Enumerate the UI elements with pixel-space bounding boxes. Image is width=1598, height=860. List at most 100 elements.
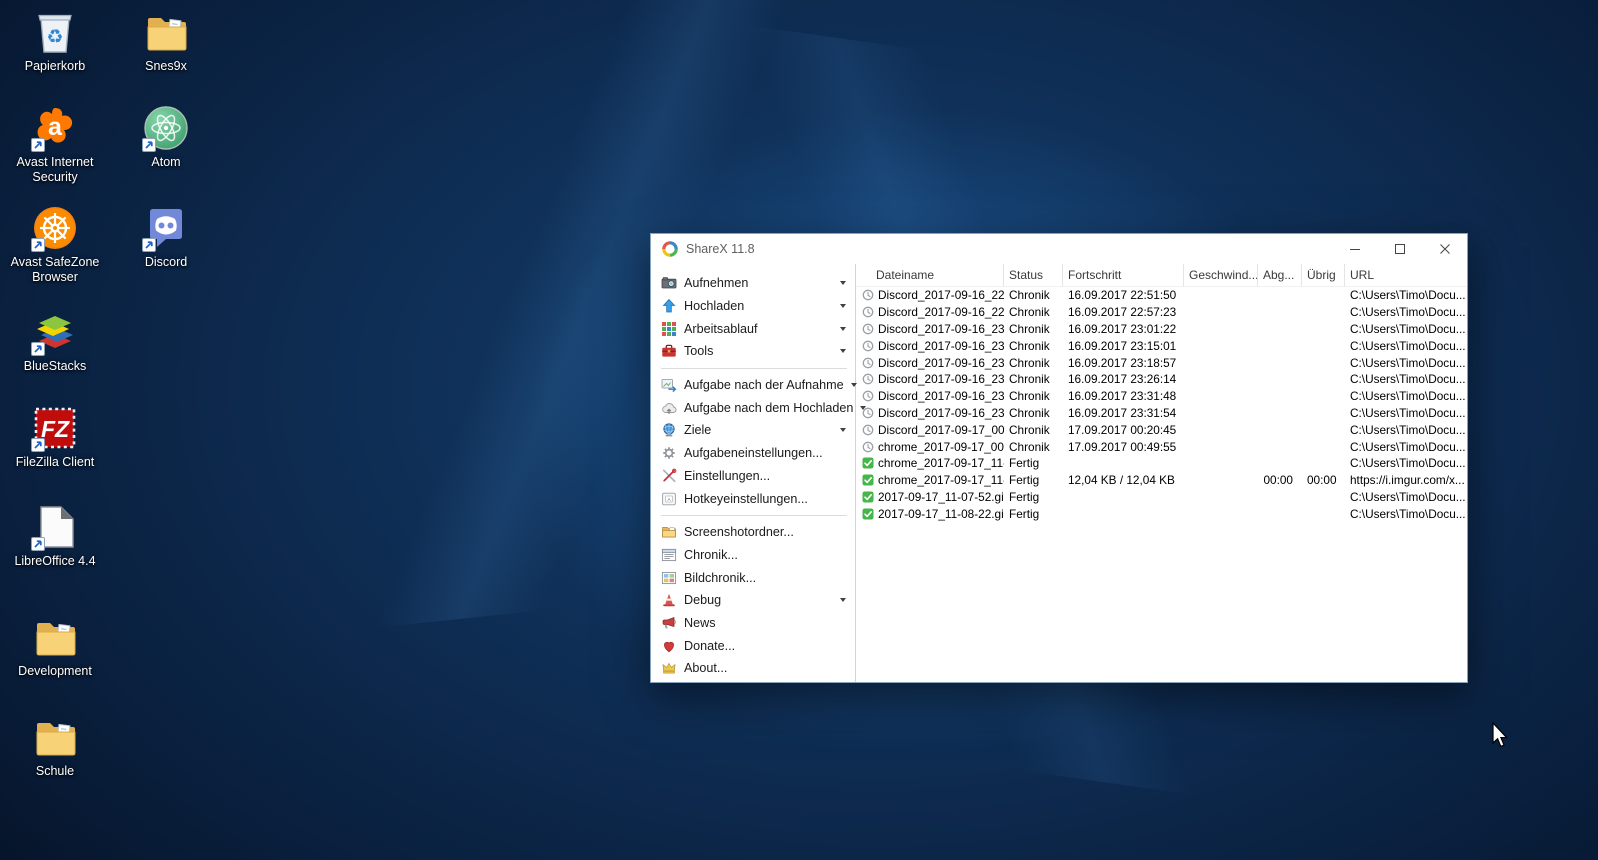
svg-text:a: a bbox=[48, 113, 63, 141]
maximize-button[interactable] bbox=[1377, 234, 1422, 264]
menu-item-hochladen[interactable]: Hochladen bbox=[651, 295, 855, 318]
desktop[interactable]: ♻ Papierkorb Snes9x a Avast Internet Securit… bbox=[0, 0, 1598, 860]
menu-separator bbox=[661, 514, 847, 516]
cell-status: Chronik bbox=[1009, 305, 1050, 320]
task-row[interactable]: Discord_2017-09-16_23-... Chronik 16.09.20… bbox=[856, 388, 1467, 405]
cell-filename: Discord_2017-09-16_22-... bbox=[856, 288, 1004, 302]
menu-item-aufgabe-nach-der-aufnahme[interactable]: Aufgabe nach der Aufnahme bbox=[651, 374, 857, 397]
column-header-übrig[interactable]: Übrig bbox=[1302, 264, 1345, 286]
shortcut-arrow-icon bbox=[142, 238, 156, 252]
menu-item-chronik[interactable]: Chronik... bbox=[651, 544, 855, 567]
news-icon bbox=[661, 615, 677, 631]
cell-progress: 17.09.2017 00:20:45 bbox=[1068, 422, 1177, 437]
desktop-icon-libreoffice-4-4[interactable]: LibreOffice 4.4 bbox=[9, 503, 101, 569]
menu-item-donate[interactable]: Donate... bbox=[651, 634, 855, 657]
menu-item-label: Aufgabeneinstellungen... bbox=[684, 446, 823, 461]
desktop-icon-development[interactable]: Development bbox=[9, 613, 101, 679]
titlebar[interactable]: ShareX 11.8 bbox=[651, 234, 1467, 264]
minimize-button[interactable] bbox=[1332, 234, 1377, 264]
desktop-icon-label: Atom bbox=[151, 155, 181, 169]
menu-item-hotkeyeinstellungen[interactable]: A Hotkeyeinstellungen... bbox=[651, 487, 855, 510]
menu-item-about[interactable]: About... bbox=[651, 657, 855, 680]
history-icon bbox=[862, 424, 874, 436]
menu-item-label: Arbeitsablauf bbox=[684, 321, 758, 336]
menu-item-news[interactable]: News bbox=[651, 612, 855, 635]
cell-status: Chronik bbox=[1009, 355, 1050, 370]
svg-text:FZ: FZ bbox=[41, 416, 70, 442]
menu-item-ziele[interactable]: Ziele bbox=[651, 419, 855, 442]
cell-filename: Discord_2017-09-16_23-... bbox=[856, 406, 1004, 420]
task-row[interactable]: Discord_2017-09-16_23-... Chronik 16.09.20… bbox=[856, 321, 1467, 338]
task-row[interactable]: Discord_2017-09-17_00-... Chronik 17.09.20… bbox=[856, 421, 1467, 438]
history-icon bbox=[862, 390, 874, 402]
menu-item-label: News bbox=[684, 615, 716, 630]
check-icon bbox=[862, 491, 874, 503]
desktop-icon-label: Schule bbox=[35, 764, 75, 778]
dropdown-arrow-icon bbox=[840, 281, 846, 286]
menu-item-aufgabeneinstellungen[interactable]: Aufgabeneinstellungen... bbox=[651, 442, 855, 465]
desktop-icon-bluestacks[interactable]: BlueStacks bbox=[9, 308, 101, 374]
task-row[interactable]: chrome_2017-09-17_11-... Fertig 12,04 KB /… bbox=[856, 472, 1467, 489]
task-row[interactable]: chrome_2017-09-17_00-... Chronik 17.09.201… bbox=[856, 438, 1467, 455]
close-button[interactable] bbox=[1422, 234, 1467, 264]
history-icon bbox=[862, 323, 874, 335]
desktop-icon-label: Development bbox=[18, 664, 92, 678]
task-list: Dateiname Status Fortschritt Geschwind... Ab… bbox=[856, 264, 1467, 682]
cell-url: C:\Users\Timo\Docu... bbox=[1350, 338, 1466, 353]
task-row[interactable]: Discord_2017-09-16_23-... Chronik 16.09.20… bbox=[856, 354, 1467, 371]
task-row[interactable]: chrome_2017-09-17_11-... Fertig C:\Users\T… bbox=[856, 455, 1467, 472]
task-row[interactable]: Discord_2017-09-16_22-... Chronik 16.09.20… bbox=[856, 287, 1467, 304]
folder-icon bbox=[142, 8, 190, 56]
safezone-icon bbox=[31, 204, 79, 252]
desktop-icon-discord[interactable]: Discord bbox=[120, 204, 212, 270]
shortcut-arrow-icon bbox=[142, 138, 156, 152]
toolbox-icon bbox=[661, 343, 677, 359]
desktop-icon-label: Discord bbox=[144, 255, 188, 269]
task-row[interactable]: Discord_2017-09-16_23-... Chronik 16.09.20… bbox=[856, 371, 1467, 388]
task-row[interactable]: 2017-09-17_11-07-52.gif Fertig C:\Users\Ti… bbox=[856, 489, 1467, 506]
column-header-dateiname[interactable]: Dateiname bbox=[856, 264, 1004, 286]
menu-item-label: Debug bbox=[684, 593, 722, 608]
column-header-fortschritt[interactable]: Fortschritt bbox=[1063, 264, 1184, 286]
task-row[interactable]: 2017-09-17_11-08-22.gif Fertig C:\Users\Ti… bbox=[856, 505, 1467, 522]
menu-item-label: Bildchronik... bbox=[684, 570, 757, 585]
cell-url: C:\Users\Timo\Docu... bbox=[1350, 422, 1466, 437]
desktop-icon-avast-safezone-browser[interactable]: Avast SafeZone Browser bbox=[9, 204, 101, 285]
menu-item-debug[interactable]: Debug bbox=[651, 589, 855, 612]
maximize-icon bbox=[1394, 244, 1405, 254]
menu-item-bildchronik[interactable]: Bildchronik... bbox=[651, 566, 855, 589]
column-header-geschwind[interactable]: Geschwind... bbox=[1184, 264, 1258, 286]
desktop-icon-label: Avast SafeZone Browser bbox=[10, 255, 100, 284]
filename-text: 2017-09-17_11-08-22.gif bbox=[878, 506, 1004, 521]
menu-item-einstellungen[interactable]: Einstellungen... bbox=[651, 465, 855, 488]
workflow-icon bbox=[661, 321, 677, 337]
desktop-icon-snes9x[interactable]: Snes9x bbox=[120, 8, 212, 74]
task-row[interactable]: Discord_2017-09-16_22-... Chronik 16.09.20… bbox=[856, 304, 1467, 321]
history-icon bbox=[862, 441, 874, 453]
menu-item-arbeitsablauf[interactable]: Arbeitsablauf bbox=[651, 317, 855, 340]
menu-item-aufgabe-nach-dem-hochladen[interactable]: Aufgabe nach dem Hochladen bbox=[651, 396, 867, 419]
desktop-icon-avast-internet-security[interactable]: a Avast Internet Security bbox=[9, 104, 101, 185]
menu-item-aufnehmen[interactable]: Aufnehmen bbox=[651, 272, 855, 295]
menu-item-screenshotordner[interactable]: Screenshotordner... bbox=[651, 521, 855, 544]
column-header-abg[interactable]: Abg... bbox=[1258, 264, 1302, 286]
menu-item-label: Aufnehmen bbox=[684, 276, 749, 291]
desktop-icon-schule[interactable]: Schule bbox=[9, 713, 101, 779]
cell-filename: Discord_2017-09-16_23-... bbox=[856, 389, 1004, 403]
history-icon bbox=[862, 373, 874, 385]
menu-item-label: Screenshotordner... bbox=[684, 525, 794, 540]
cell-status: Chronik bbox=[1009, 321, 1050, 336]
cell-status: Fertig bbox=[1009, 473, 1040, 488]
cell-url: https://i.imgur.com/x... bbox=[1350, 473, 1465, 488]
cell-filename: 2017-09-17_11-08-22.gif bbox=[856, 507, 1004, 521]
menu-item-label: About... bbox=[684, 661, 728, 676]
desktop-icon-filezilla-client[interactable]: FZ FileZilla Client bbox=[9, 404, 101, 470]
menu-item-tools[interactable]: Tools bbox=[651, 340, 855, 363]
task-row[interactable]: Discord_2017-09-16_23-... Chronik 16.09.20… bbox=[856, 405, 1467, 422]
cell-url: C:\Users\Timo\Docu... bbox=[1350, 372, 1466, 387]
desktop-icon-papierkorb[interactable]: ♻ Papierkorb bbox=[9, 8, 101, 74]
column-header-url[interactable]: URL bbox=[1345, 264, 1467, 286]
task-row[interactable]: Discord_2017-09-16_23-... Chronik 16.09.20… bbox=[856, 337, 1467, 354]
desktop-icon-atom[interactable]: Atom bbox=[120, 104, 212, 170]
column-header-status[interactable]: Status bbox=[1004, 264, 1063, 286]
